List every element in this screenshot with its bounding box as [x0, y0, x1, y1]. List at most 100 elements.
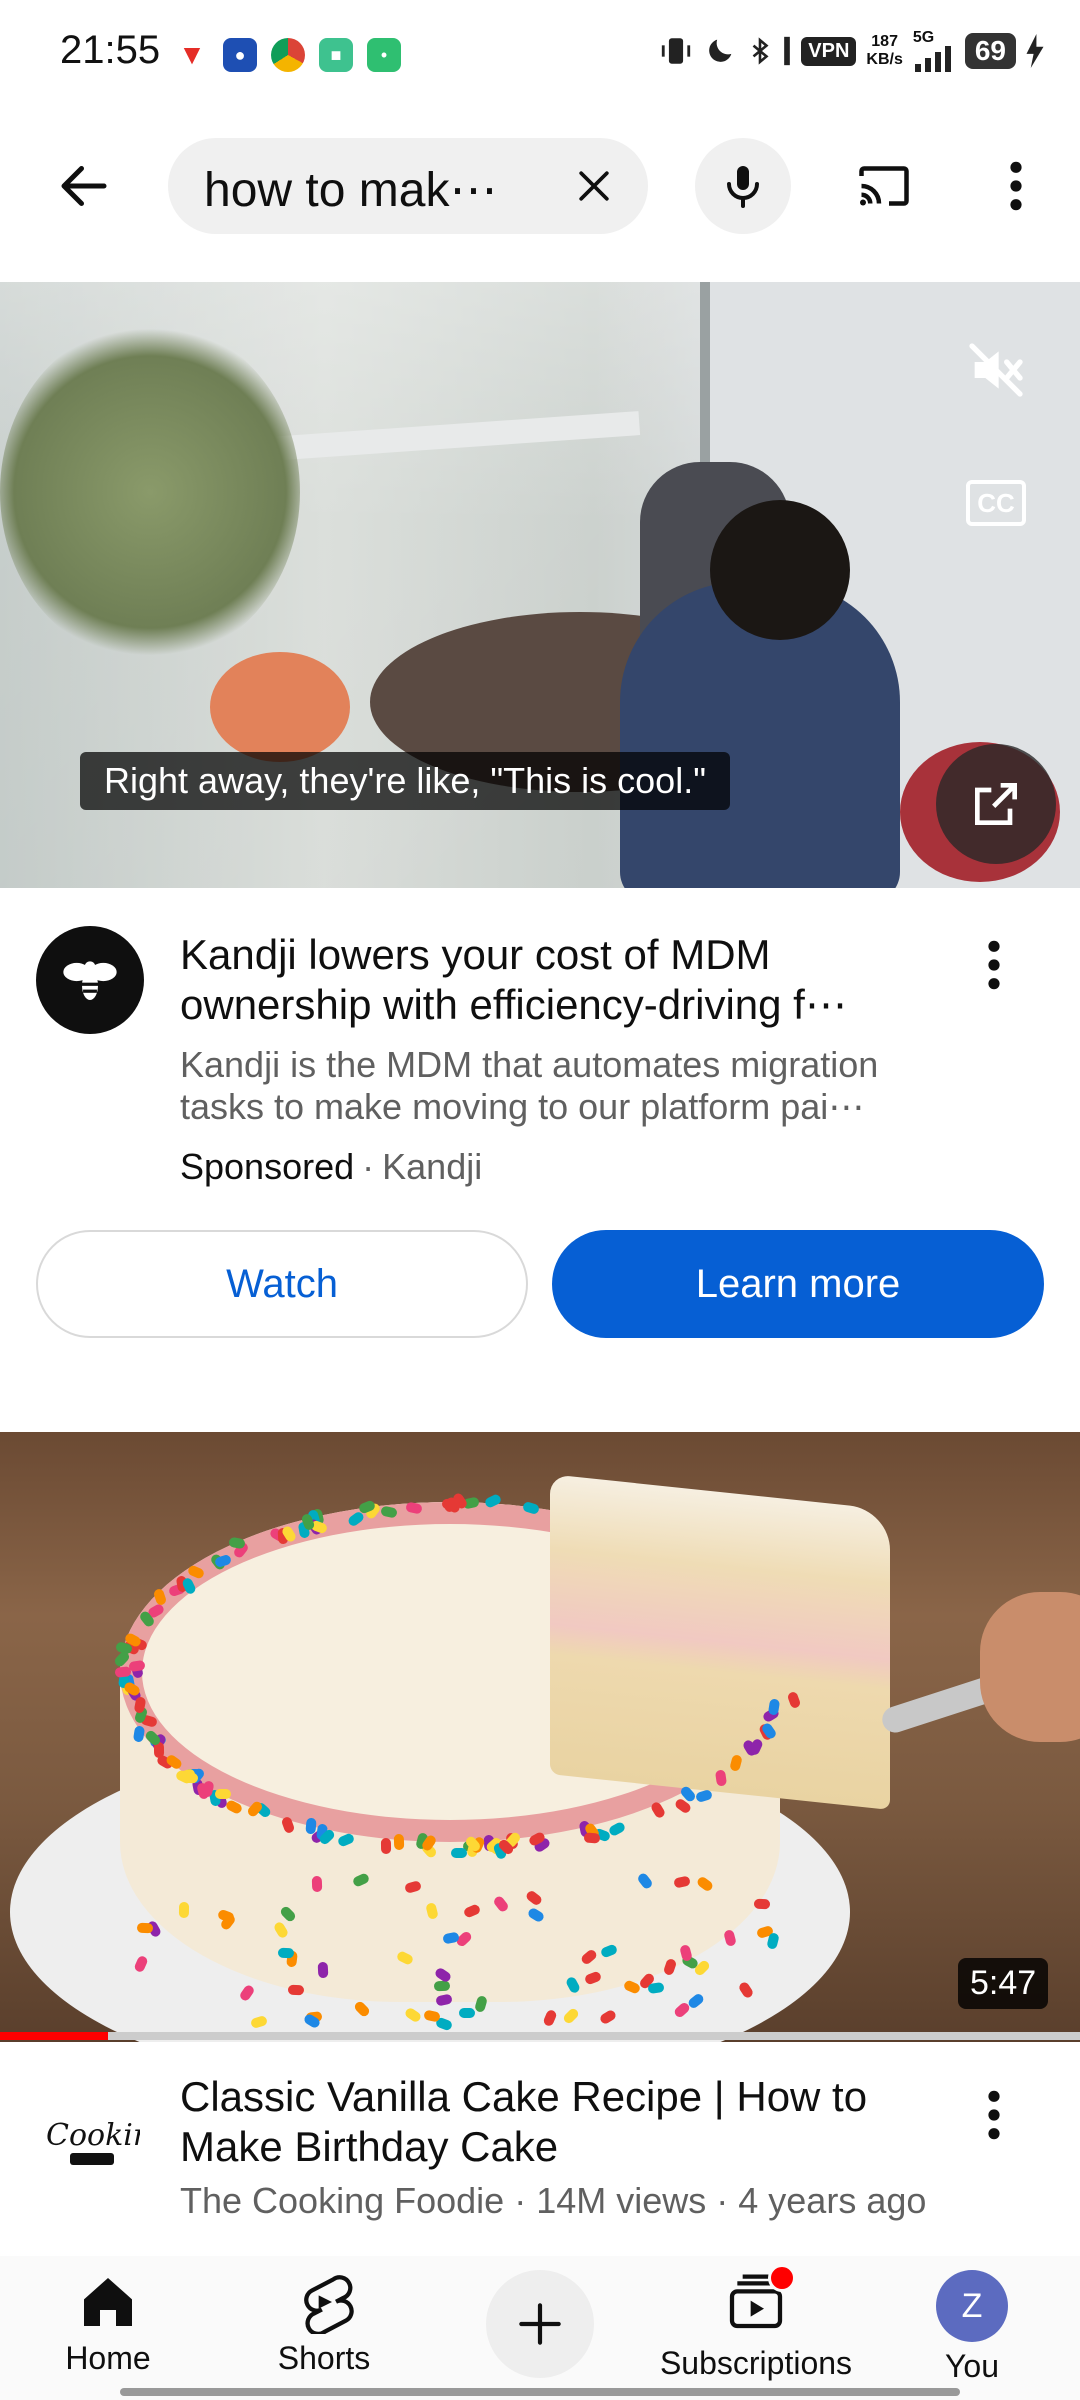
video-frame-chair — [210, 652, 350, 762]
sprinkle — [178, 1902, 189, 1919]
ad-details: Kandji lowers your cost of MDM ownership… — [0, 900, 1080, 1360]
status-indicators: VPN 187 KB/s 5G 69 — [659, 30, 1044, 72]
meta-separator: · — [362, 1146, 375, 1187]
video-thumbnail[interactable]: 5:47 — [0, 1432, 1080, 2042]
watch-progress-track — [0, 2032, 1080, 2040]
home-icon — [84, 2278, 132, 2326]
ad-title[interactable]: Kandji lowers your cost of MDM ownership… — [180, 930, 950, 1030]
clear-search-button[interactable] — [564, 156, 624, 216]
watch-progress-fill — [0, 2032, 108, 2040]
search-input[interactable]: how to mak⋯ — [204, 162, 524, 218]
sprinkle — [393, 1833, 404, 1851]
create-button[interactable] — [486, 2270, 594, 2378]
network-speed: 187 KB/s — [866, 33, 902, 69]
captions-button[interactable]: CC — [966, 480, 1026, 526]
sprinkle — [450, 1848, 467, 1859]
thumbnail-hand — [980, 1592, 1080, 1742]
sprinkle — [137, 1922, 154, 1934]
nav-you[interactable]: Z You — [872, 2270, 1072, 2385]
advertiser-name: Kandji — [382, 1146, 483, 1187]
battery-level: 69 — [964, 33, 1016, 69]
arrow-left-icon — [61, 166, 107, 206]
video-caption: Right away, they're like, "This is cool.… — [80, 752, 730, 810]
sponsored-label: Sponsored — [180, 1146, 355, 1187]
nav-you-label: You — [945, 2348, 999, 2384]
hotspot-icon: • — [367, 38, 401, 72]
nav-home-label: Home — [65, 2340, 151, 2376]
status-time: 21:55 — [60, 28, 161, 72]
vpn-badge: VPN — [801, 36, 857, 66]
sprinkle — [434, 1980, 451, 1992]
cast-button[interactable] — [848, 150, 920, 222]
channel-avatar[interactable]: Cooking — [40, 2100, 140, 2180]
video-title[interactable]: Classic Vanilla Cake Recipe | How to Mak… — [180, 2072, 950, 2172]
user-avatar: Z — [936, 2270, 1008, 2342]
bee-logo-icon — [63, 961, 117, 1000]
meta-separator: · — [716, 2180, 729, 2221]
search-box[interactable]: how to mak⋯ — [168, 138, 648, 234]
cast-icon — [859, 166, 909, 206]
microphone-icon — [727, 166, 759, 208]
ad-video-player[interactable]: CC Right away, they're like, "This is co… — [0, 282, 1080, 888]
moon-icon — [709, 39, 732, 62]
view-count: 14M views — [536, 2180, 707, 2221]
network-speed-value: 187 — [871, 33, 898, 50]
video-frame-tree — [0, 322, 300, 662]
voice-search-button[interactable] — [695, 138, 791, 234]
notification-app-icon: ▼ — [175, 38, 209, 72]
video-menu-button[interactable] — [964, 2080, 1024, 2150]
advertiser-avatar[interactable] — [36, 926, 144, 1034]
open-external-button[interactable] — [936, 744, 1056, 864]
search-top-bar: how to mak⋯ — [0, 130, 1080, 240]
learn-more-button[interactable]: Learn more — [552, 1230, 1044, 1338]
channel-name[interactable]: The Cooking Foodie — [180, 2180, 504, 2221]
back-button[interactable] — [48, 150, 120, 222]
plus-icon — [519, 2303, 561, 2345]
status-bar: 21:55 ▼ ● ■ • VPN 187 KB/s 5G 69 — [0, 0, 1080, 110]
notification-dot — [768, 2264, 796, 2292]
external-link-icon — [975, 783, 1017, 825]
gesture-bar — [120, 2388, 960, 2396]
sprinkle — [215, 1789, 232, 1800]
sprinkle — [277, 1948, 295, 1959]
nav-subscriptions-label: Subscriptions — [659, 2345, 853, 2381]
vibrate-icon — [662, 38, 691, 64]
video-duration: 5:47 — [958, 1958, 1049, 2009]
nav-home[interactable]: Home — [8, 2270, 208, 2377]
sprinkle — [318, 1961, 329, 1979]
nav-subscriptions[interactable]: Subscriptions — [656, 2264, 856, 2382]
more-options-button[interactable] — [980, 150, 1052, 222]
sprinkle — [287, 1984, 305, 1996]
notification-app-icon: ■ — [319, 38, 353, 72]
sprinkle — [311, 1875, 323, 1893]
signal-bars-icon — [914, 46, 951, 72]
bottom-navigation: Home Shorts Subscriptions Z You — [0, 2256, 1080, 2400]
nav-shorts[interactable]: Shorts — [224, 2270, 424, 2377]
video-frame-person-head — [710, 500, 850, 640]
thumbnail-cake-slice — [550, 1474, 890, 1810]
ad-meta: Sponsored · Kandji — [180, 1146, 482, 1188]
ad-description: Kandji is the MDM that automates migrati… — [180, 1044, 879, 1127]
sprinkle — [583, 1832, 601, 1844]
chrome-icon — [271, 38, 305, 72]
more-vertical-icon — [988, 2090, 1000, 2140]
subscriptions-icon-wrap — [724, 2264, 796, 2339]
sprinkle — [753, 1898, 770, 1909]
sprinkle — [458, 2007, 475, 2018]
ad-menu-button[interactable] — [964, 930, 1024, 1000]
nav-shorts-label: Shorts — [277, 2340, 371, 2376]
channel-logo-icon: Cooking — [46, 2118, 140, 2165]
video-details: Cooking Classic Vanilla Cake Recipe | Ho… — [0, 2060, 1080, 2240]
status-app-icons: ▼ ● ■ • — [175, 38, 401, 72]
video-meta: The Cooking Foodie · 14M views · 4 years ago — [180, 2180, 1040, 2222]
mute-button[interactable] — [958, 332, 1034, 408]
network-speed-unit: KB/s — [866, 51, 903, 68]
channel-logo-text: Cooking — [46, 2118, 140, 2153]
sprinkle — [380, 1837, 392, 1854]
bluetooth-icon — [752, 37, 769, 65]
watch-button[interactable]: Watch — [36, 1230, 528, 1338]
notification-app-icon: ● — [223, 38, 257, 72]
upload-age: 4 years ago — [738, 2180, 927, 2221]
close-icon — [579, 171, 609, 201]
network-type: 5G — [912, 29, 935, 46]
